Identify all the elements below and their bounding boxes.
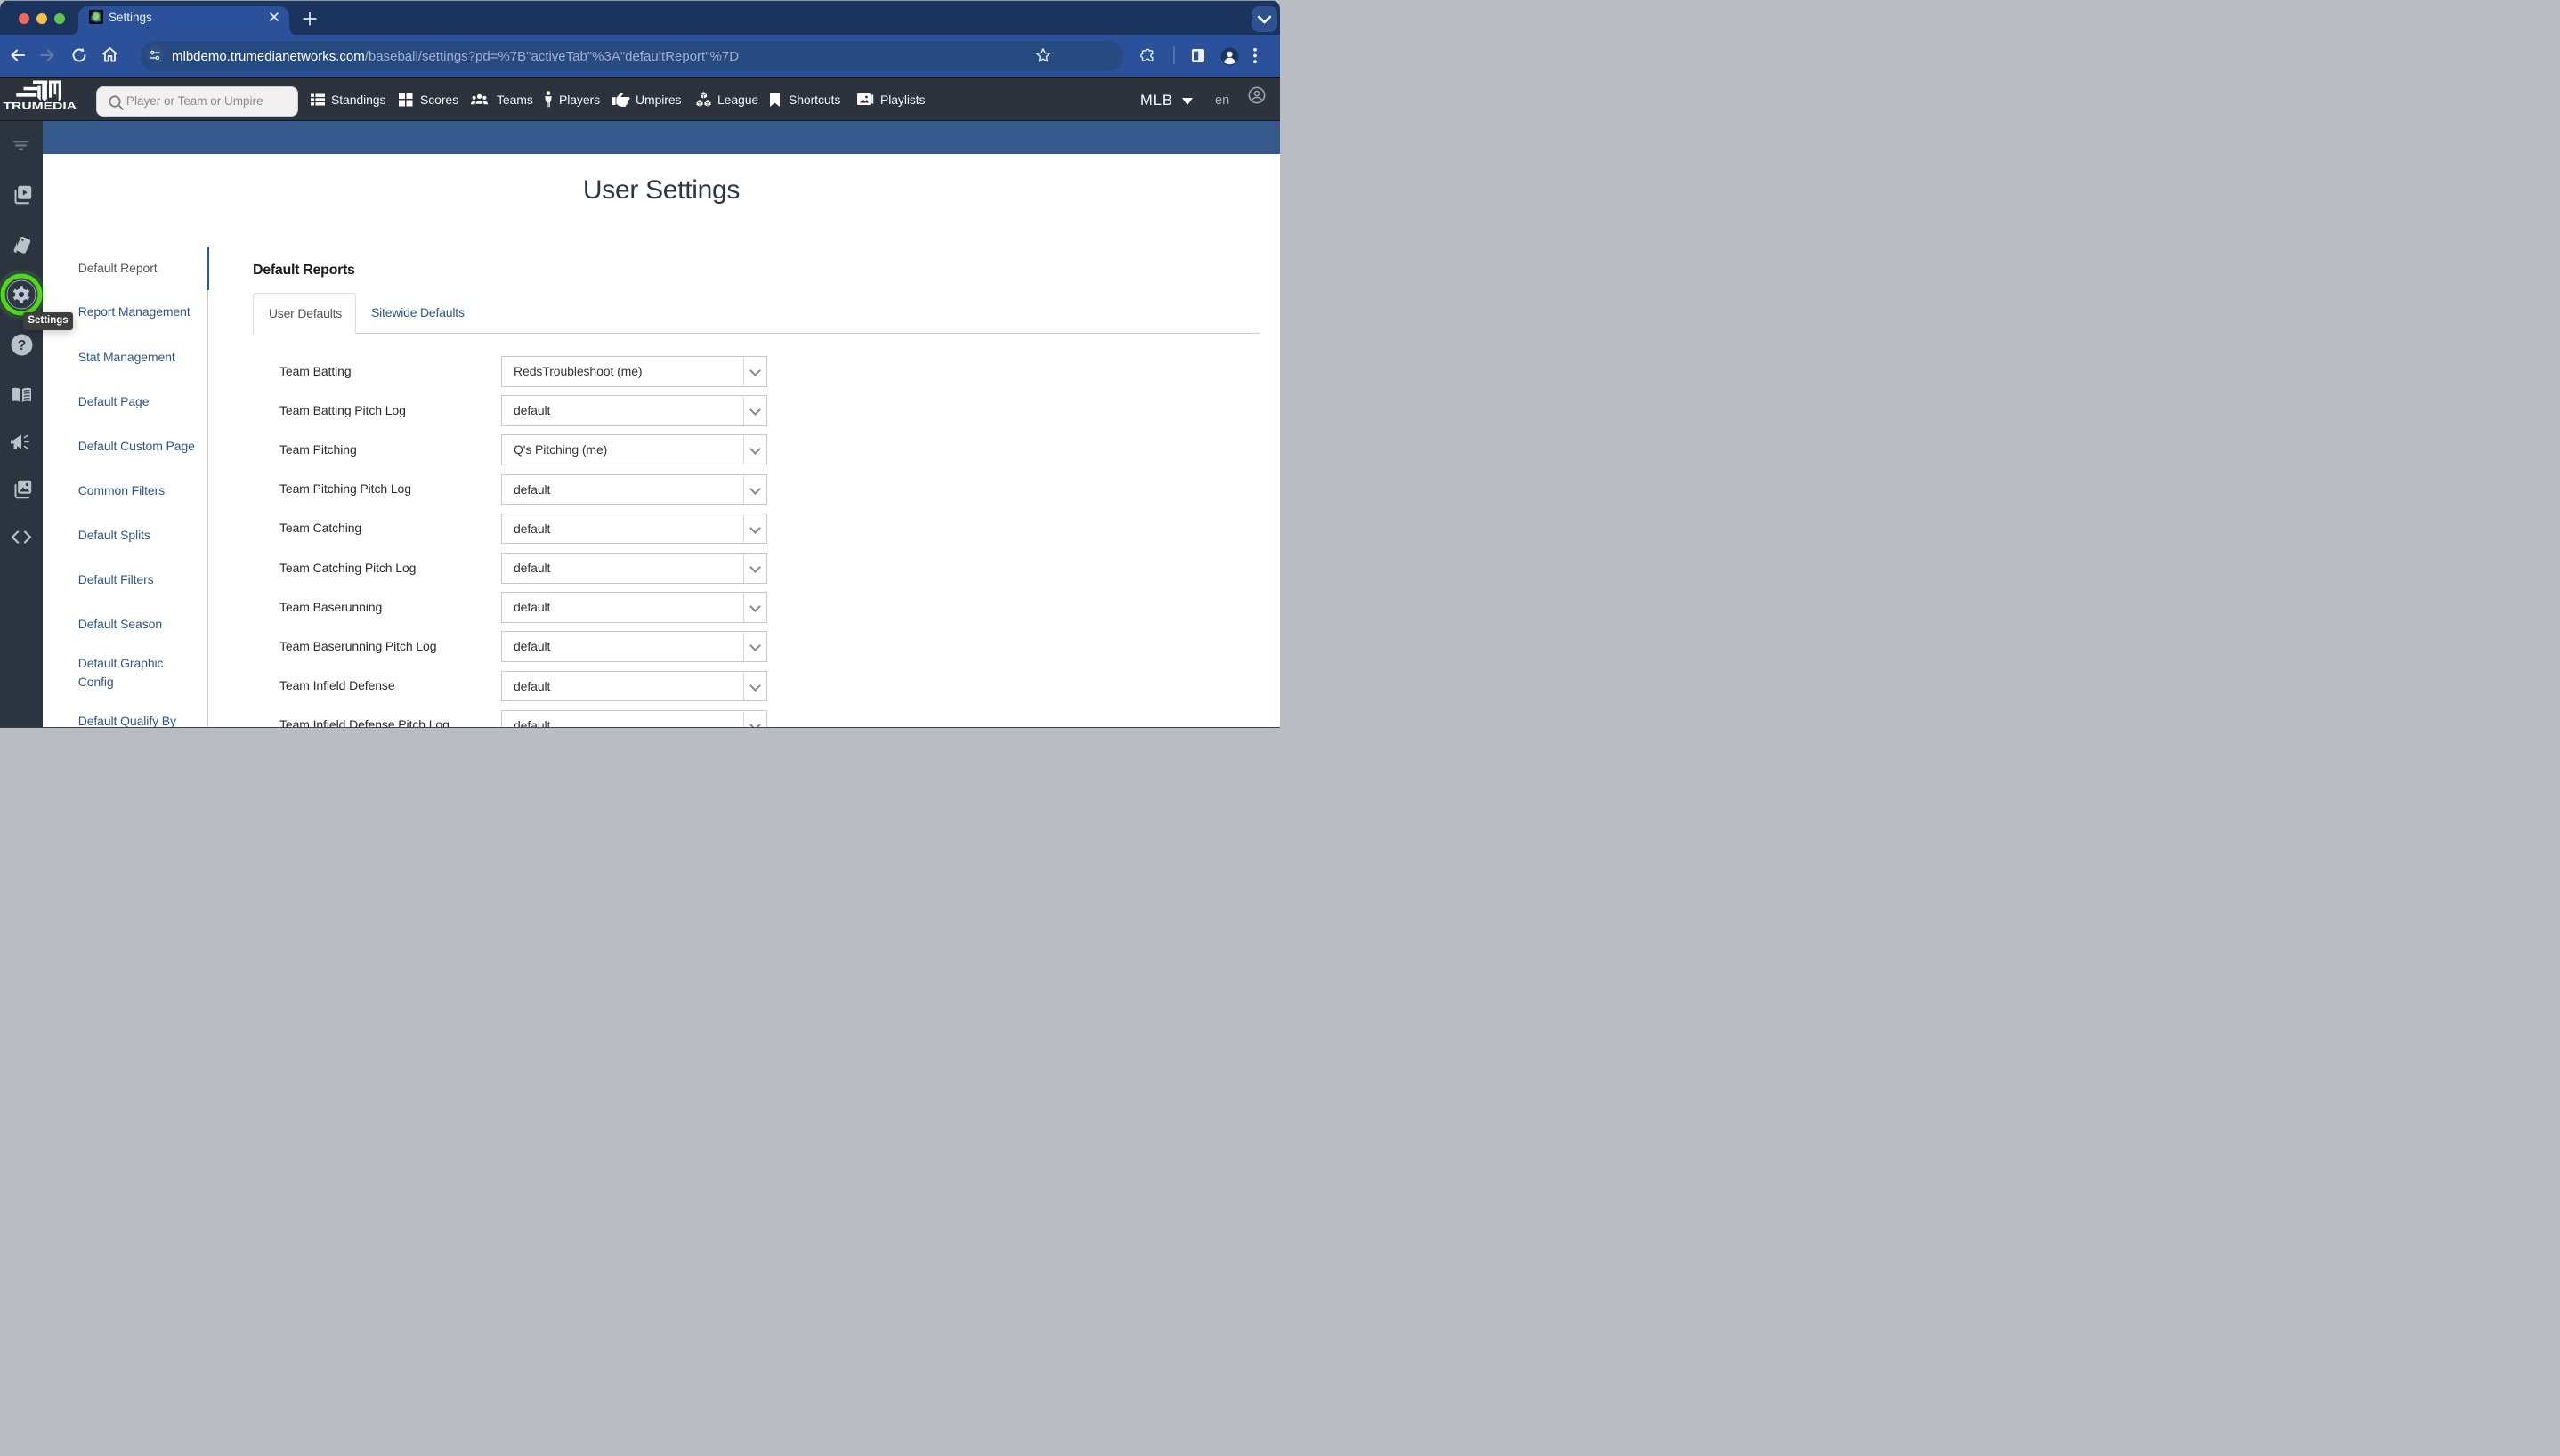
svg-text:TRUMEDIA: TRUMEDIA	[4, 101, 77, 111]
svg-text:?: ?	[17, 338, 25, 353]
